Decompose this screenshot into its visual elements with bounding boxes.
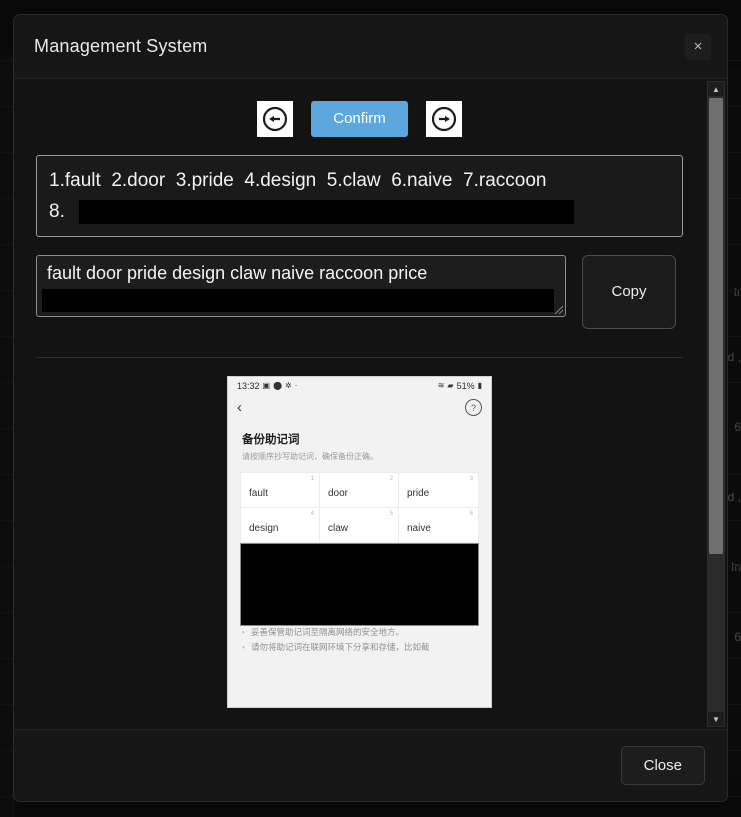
status-time: 13:32 bbox=[237, 381, 260, 391]
arrow-right-circle-icon[interactable] bbox=[426, 101, 462, 137]
phrase-value: fault door pride design claw naive racco… bbox=[47, 263, 555, 284]
dialog-body: Confirm 1.fault 2.door 3.pride 4.design … bbox=[14, 79, 727, 729]
mnemonic-cell-number: 6 bbox=[470, 511, 473, 517]
mnemonic-cell: 2 door bbox=[320, 473, 399, 508]
mnemonic-cell: 6 naive bbox=[399, 508, 478, 543]
phone-note-item: • 请勿将助记词在联网环境下分享和存储，比如截 bbox=[242, 641, 477, 654]
mnemonic-cell-word: naive bbox=[407, 523, 431, 534]
background-text-fragment: 6 bbox=[734, 420, 741, 434]
status-battery: 51% bbox=[457, 381, 475, 391]
background-text-fragment: In bbox=[731, 560, 741, 574]
mnemonic-cell-number: 1 bbox=[311, 476, 314, 482]
scrollbar-thumb[interactable] bbox=[709, 98, 723, 554]
background-text-fragment: 6 bbox=[734, 630, 741, 644]
mnemonic-cell-word: pride bbox=[407, 488, 429, 499]
mnemonic-cell-number: 4 bbox=[311, 511, 314, 517]
scroll-up-icon[interactable]: ▲ bbox=[708, 82, 724, 96]
bullet-icon: • bbox=[242, 641, 245, 654]
mnemonic-cell: 1 fault bbox=[241, 473, 320, 508]
numbered-word-list[interactable]: 1.fault 2.door 3.pride 4.design 5.claw 6… bbox=[36, 155, 683, 237]
scroll-content: Confirm 1.fault 2.door 3.pride 4.design … bbox=[14, 79, 705, 729]
question-circle-icon[interactable]: ? bbox=[465, 399, 482, 416]
phrase-row: fault door pride design claw naive racco… bbox=[36, 255, 683, 329]
mnemonic-cell-number: 3 bbox=[470, 476, 473, 482]
redaction-bar-wordlist bbox=[79, 200, 574, 224]
background-text-fragment: tr bbox=[734, 285, 741, 299]
phrase-textarea[interactable]: fault door pride design claw naive racco… bbox=[36, 255, 566, 317]
phone-screenshot: 13:32 ▣ ⬤ ✲ · ≋ ▰ 51% ▮ bbox=[227, 376, 492, 708]
background-left-column bbox=[0, 55, 14, 817]
phone-heading: 备份助记词 请按顺序抄写助记词，确保备份正确。 bbox=[228, 421, 491, 462]
mnemonic-cell-word: fault bbox=[249, 488, 268, 499]
mnemonic-grid-wrapper: 1 fault 2 door 3 pride 4 design 5 claw 6 naive bbox=[240, 472, 479, 614]
mnemonic-cell: 5 claw bbox=[320, 508, 399, 543]
copy-button[interactable]: Copy bbox=[582, 255, 676, 329]
section-divider bbox=[36, 357, 683, 358]
phone-nav-bar: ‹ ? bbox=[228, 395, 491, 421]
arrow-left-circle-icon[interactable] bbox=[257, 101, 293, 137]
wifi-icon: ≋ bbox=[438, 382, 445, 390]
chevron-left-icon[interactable]: ‹ bbox=[237, 400, 242, 415]
mnemonic-cell-word: claw bbox=[328, 523, 348, 534]
mnemonic-cell-word: design bbox=[249, 523, 278, 534]
phone-status-bar: 13:32 ▣ ⬤ ✲ · ≋ ▰ 51% ▮ bbox=[228, 377, 491, 395]
phone-notes: • 妥善保管助记词至隔离网络的安全地方。 • 请勿将助记词在联网环境下分享和存储，比如… bbox=[242, 626, 477, 655]
location-icon: ⬤ bbox=[273, 382, 282, 390]
mnemonic-cell-number: 2 bbox=[390, 476, 393, 482]
dialog-header: Management System × bbox=[14, 15, 727, 79]
confirm-button[interactable]: Confirm bbox=[311, 101, 408, 137]
phone-note-text: 请勿将助记词在联网环境下分享和存储，比如截 bbox=[251, 641, 430, 654]
sim-icon: ▣ bbox=[263, 382, 271, 390]
dialog-footer: Close bbox=[14, 729, 727, 801]
close-icon[interactable]: × bbox=[685, 34, 711, 60]
phone-page-title: 备份助记词 bbox=[242, 431, 477, 447]
mnemonic-cell-word: door bbox=[328, 488, 348, 499]
mnemonic-cell: 4 design bbox=[241, 508, 320, 543]
signal-icon: ▰ bbox=[447, 382, 453, 390]
management-system-dialog: Management System × Confirm bbox=[13, 14, 728, 802]
mnemonic-cell-number: 5 bbox=[390, 511, 393, 517]
mnemonic-cell: 3 pride bbox=[399, 473, 478, 508]
dialog-title: Management System bbox=[34, 36, 207, 57]
dot-icon: · bbox=[295, 382, 298, 390]
background-text-fragment: d , bbox=[728, 490, 741, 504]
close-button[interactable]: Close bbox=[621, 746, 705, 785]
vertical-scrollbar[interactable]: ▲ ▼ bbox=[707, 81, 725, 727]
battery-icon: ▮ bbox=[478, 382, 482, 390]
phone-screenshot-wrapper: 13:32 ▣ ⬤ ✲ · ≋ ▰ 51% ▮ bbox=[14, 376, 705, 708]
background-text-fragment: d , bbox=[728, 350, 741, 364]
scroll-down-icon[interactable]: ▼ bbox=[708, 712, 724, 726]
redaction-bar-phrase bbox=[42, 289, 554, 312]
redaction-bar-grid bbox=[240, 543, 479, 626]
gear-icon: ✲ bbox=[285, 382, 292, 390]
phone-page-subtitle: 请按顺序抄写助记词，确保备份正确。 bbox=[242, 451, 477, 462]
bullet-icon: • bbox=[242, 626, 245, 639]
phone-note-item: • 妥善保管助记词至隔离网络的安全地方。 bbox=[242, 626, 477, 639]
navigation-toolbar: Confirm bbox=[14, 101, 705, 137]
scrollbar-track[interactable] bbox=[708, 96, 724, 712]
phone-note-text: 妥善保管助记词至隔离网络的安全地方。 bbox=[251, 626, 404, 639]
